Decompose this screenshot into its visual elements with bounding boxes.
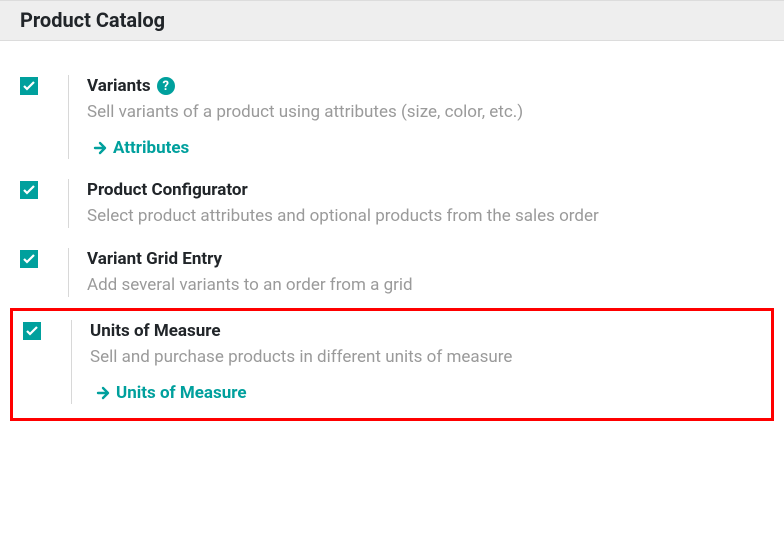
setting-row-variant-grid-entry: Variant Grid Entry Add several variants … [10,242,774,311]
section-title: Product Catalog [20,8,764,32]
setting-title: Product Configurator [87,179,248,201]
setting-description: Add several variants to an order from a … [87,274,764,297]
checkbox-col [20,75,68,95]
checkbox-col [20,179,68,199]
title-line: Variant Grid Entry [87,248,764,270]
link-label: Attributes [113,138,189,158]
checkbox-units-of-measure[interactable] [23,322,41,340]
check-icon [23,254,35,264]
divider [68,75,69,159]
setting-title: Variant Grid Entry [87,248,222,270]
checkbox-col [20,248,68,268]
divider [68,248,69,297]
setting-row-product-configurator: Product Configurator Select product attr… [10,173,774,242]
setting-description: Sell and purchase products in different … [90,346,761,369]
section-header: Product Catalog [0,0,784,41]
link-label: Units of Measure [116,383,247,403]
checkbox-variants[interactable] [20,77,38,95]
setting-row-variants: Variants ? Sell variants of a product us… [10,69,774,173]
title-line: Units of Measure [90,320,761,342]
setting-title: Variants [87,75,151,97]
arrow-right-icon [96,386,110,400]
checkbox-col [23,320,71,340]
setting-content: Product Configurator Select product attr… [87,179,764,228]
setting-content: Variants ? Sell variants of a product us… [87,75,764,159]
check-icon [26,326,38,336]
title-line: Product Configurator [87,179,764,201]
checkbox-product-configurator[interactable] [20,181,38,199]
link-units-of-measure[interactable]: Units of Measure [90,383,247,403]
check-icon [23,185,35,195]
divider [68,179,69,228]
setting-description: Select product attributes and optional p… [87,205,764,228]
setting-content: Variant Grid Entry Add several variants … [87,248,764,297]
help-icon[interactable]: ? [157,77,175,95]
settings-list: Variants ? Sell variants of a product us… [0,41,784,431]
check-icon [23,81,35,91]
title-line: Variants ? [87,75,764,97]
setting-row-units-of-measure: Units of Measure Sell and purchase produ… [10,308,774,421]
link-attributes[interactable]: Attributes [87,138,189,158]
checkbox-variant-grid-entry[interactable] [20,250,38,268]
setting-content: Units of Measure Sell and purchase produ… [90,320,761,404]
setting-description: Sell variants of a product using attribu… [87,101,764,124]
setting-title: Units of Measure [90,320,221,342]
divider [71,320,72,404]
arrow-right-icon [93,141,107,155]
